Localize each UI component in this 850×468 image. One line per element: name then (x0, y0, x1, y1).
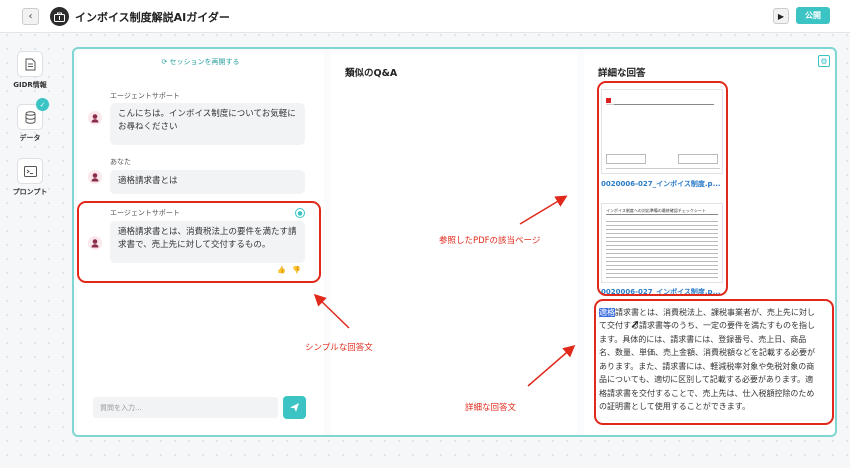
annotation-arrows (313, 195, 576, 387)
